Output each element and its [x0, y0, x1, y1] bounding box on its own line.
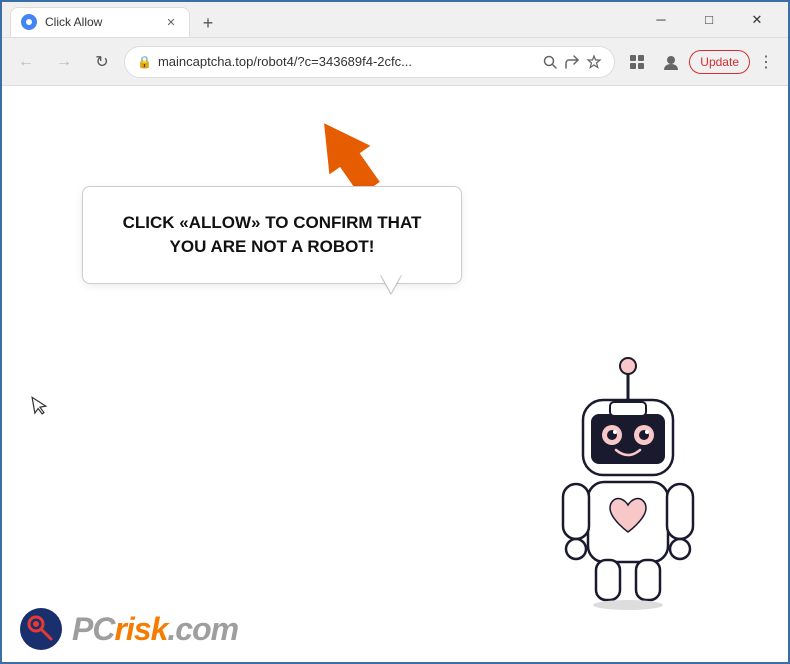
toolbar: ← → ↻ 🔒 maincaptcha.top/robot4/?c=343689…	[2, 38, 788, 86]
update-button[interactable]: Update	[689, 50, 750, 74]
orange-arrow-icon	[292, 106, 382, 196]
share-icon	[564, 54, 580, 70]
lock-icon: 🔒	[137, 55, 152, 69]
page-content: CLICK «ALLOW» TO CONFIRM THAT YOU ARE NO…	[2, 86, 788, 662]
pcrisk-orange: risk	[114, 611, 167, 647]
extensions-button[interactable]	[621, 46, 653, 78]
mouse-cursor	[30, 393, 52, 423]
speech-bubble: CLICK «ALLOW» TO CONFIRM THAT YOU ARE NO…	[82, 186, 462, 284]
maximize-button[interactable]: □	[686, 2, 732, 38]
robot-character	[528, 352, 728, 602]
minimize-button[interactable]: ─	[638, 2, 684, 38]
new-tab-button[interactable]: +	[194, 9, 222, 37]
address-bar[interactable]: 🔒 maincaptcha.top/robot4/?c=343689f4-2cf…	[124, 46, 615, 78]
tab-favicon	[21, 14, 37, 30]
title-bar: Click Allow ✕ + ─ □ ✕	[2, 2, 788, 38]
close-button[interactable]: ✕	[734, 2, 780, 38]
bubble-text: CLICK «ALLOW» TO CONFIRM THAT YOU ARE NO…	[111, 211, 433, 259]
arrow-container	[292, 106, 372, 186]
refresh-button[interactable]: ↻	[86, 46, 118, 78]
back-button[interactable]: ←	[10, 46, 42, 78]
tab-title: Click Allow	[45, 15, 155, 29]
toolbar-right: Update ⋮	[621, 46, 780, 78]
menu-button[interactable]: ⋮	[752, 48, 780, 76]
window-controls: ─ □ ✕	[638, 2, 780, 38]
pcrisk-text: PCrisk.com	[72, 611, 238, 648]
tab-area: Click Allow ✕ +	[10, 2, 638, 37]
forward-button[interactable]: →	[48, 46, 80, 78]
pcrisk-watermark: PCrisk.com	[20, 608, 238, 650]
pcrisk-logo	[20, 608, 62, 650]
active-tab[interactable]: Click Allow ✕	[10, 7, 190, 37]
browser-window: Click Allow ✕ + ─ □ ✕ ← → ↻ 🔒 maincaptch…	[0, 0, 790, 664]
search-icon	[542, 54, 558, 70]
bookmark-icon	[586, 54, 602, 70]
profile-button[interactable]	[655, 46, 687, 78]
url-text: maincaptcha.top/robot4/?c=343689f4-2cfc.…	[158, 54, 536, 69]
tab-close-button[interactable]: ✕	[163, 14, 179, 30]
